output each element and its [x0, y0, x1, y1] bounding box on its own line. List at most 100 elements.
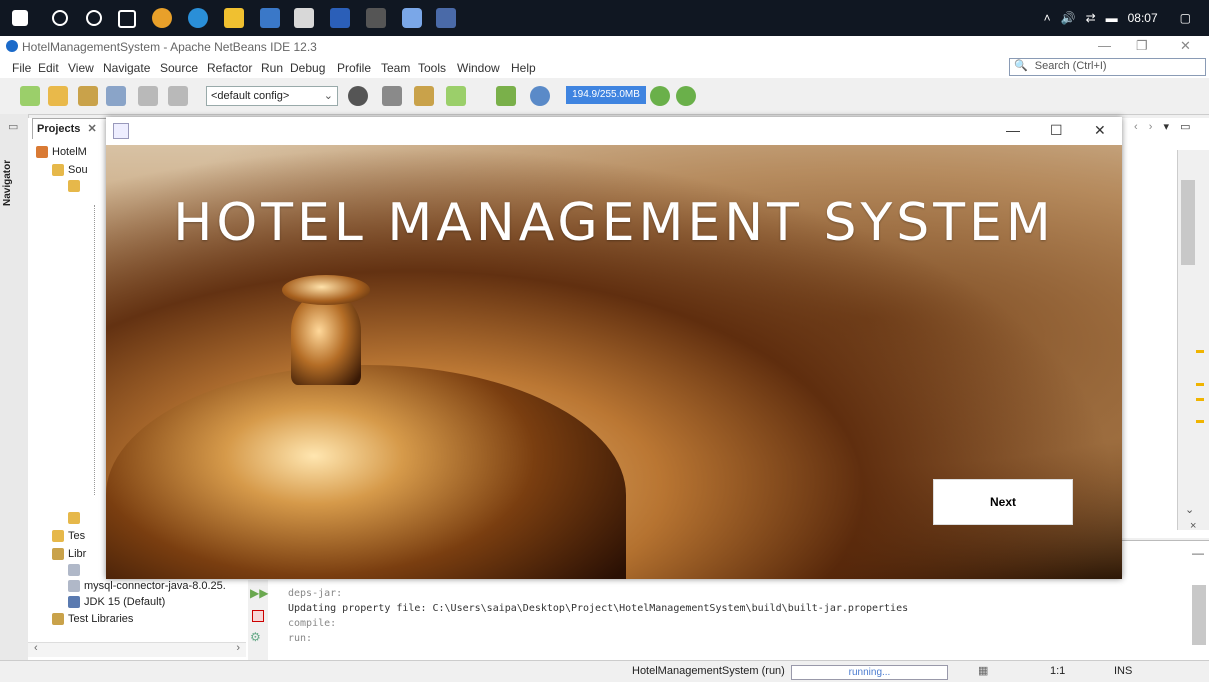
store-icon[interactable]	[294, 8, 314, 28]
netbeans-logo-icon	[6, 40, 18, 52]
word-icon[interactable]	[330, 8, 350, 28]
debug-icon[interactable]	[496, 86, 516, 106]
run-icon[interactable]	[446, 86, 466, 106]
tab-scroll-right-icon[interactable]: ›	[1149, 121, 1153, 133]
scroll-down-icon[interactable]: ⌄	[1185, 503, 1194, 516]
horizontal-scrollbar[interactable]: ‹ ›	[28, 642, 246, 657]
search-box[interactable]: 🔍 Search (Ctrl+I)	[1009, 58, 1206, 76]
cortana-icon[interactable]	[86, 10, 102, 26]
stop-icon[interactable]	[252, 610, 264, 622]
jar-icon	[68, 580, 80, 593]
library-folder-icon	[52, 548, 64, 561]
menu-file[interactable]: File	[12, 61, 31, 75]
notification-icon[interactable]: ▦	[978, 664, 988, 677]
tree-package[interactable]	[68, 180, 84, 196]
undo-icon[interactable]	[138, 86, 158, 106]
tree-project[interactable]: HotelM	[36, 146, 87, 162]
gc-icon[interactable]	[650, 86, 670, 106]
menu-help[interactable]: Help	[511, 61, 536, 75]
close-icon[interactable]: ✕	[1180, 38, 1191, 54]
tree-jdk[interactable]: JDK 15 (Default)	[68, 596, 165, 612]
menu-debug[interactable]: Debug	[290, 61, 325, 75]
mail-icon[interactable]	[260, 8, 280, 28]
menu-source[interactable]: Source	[160, 61, 198, 75]
tree-libraries[interactable]: Libr	[52, 548, 86, 564]
clean-build-icon[interactable]	[414, 86, 434, 106]
globe-icon[interactable]	[348, 86, 368, 106]
notifications-icon[interactable]: ▢	[1180, 11, 1191, 25]
tree-jar-1[interactable]	[68, 564, 84, 580]
settings-icon[interactable]: ⚙	[250, 630, 261, 644]
menu-tools[interactable]: Tools	[418, 61, 446, 75]
navigator-label[interactable]: Navigator	[2, 160, 13, 206]
tab-list-icon[interactable]: ▾	[1163, 121, 1169, 133]
menu-view[interactable]: View	[68, 61, 94, 75]
clock[interactable]: 08:07	[1128, 11, 1158, 25]
windows-start-icon[interactable]	[12, 10, 28, 26]
menu-refactor[interactable]: Refactor	[207, 61, 252, 75]
new-file-icon[interactable]	[20, 86, 40, 106]
rerun-icon[interactable]: ▶▶	[250, 586, 268, 600]
chevron-up-icon[interactable]: ˄	[1044, 11, 1051, 25]
maximize-icon[interactable]: ☐	[1050, 122, 1063, 139]
menu-profile[interactable]: Profile	[337, 61, 371, 75]
minimize-icon[interactable]: —	[1006, 122, 1020, 138]
maximize-icon[interactable]: ▭	[1180, 121, 1190, 133]
close-tab-icon[interactable]: ✕	[87, 123, 96, 135]
java-app-taskbar-icon[interactable]	[436, 8, 456, 28]
scroll-left-icon[interactable]: ‹	[34, 642, 38, 654]
open-project-icon[interactable]	[78, 86, 98, 106]
chrome-icon[interactable]	[152, 8, 172, 28]
network-icon[interactable]: ⇄	[1086, 11, 1096, 25]
tree-package-2[interactable]	[68, 512, 84, 528]
redo-icon[interactable]	[168, 86, 188, 106]
output-scrollbar-thumb[interactable]	[1192, 585, 1206, 645]
menu-navigate[interactable]: Navigate	[103, 61, 150, 75]
error-stripe-mark[interactable]	[1196, 398, 1204, 401]
error-stripe-mark[interactable]	[1196, 383, 1204, 386]
save-all-icon[interactable]	[106, 86, 126, 106]
task-view-icon[interactable]	[118, 10, 136, 28]
search-placeholder: Search (Ctrl+I)	[1034, 60, 1107, 72]
tree-sources[interactable]: Sou	[52, 164, 88, 180]
error-stripe-mark[interactable]	[1196, 420, 1204, 423]
minimize-icon[interactable]: —	[1098, 38, 1111, 53]
terminal-icon[interactable]	[366, 8, 386, 28]
tab-projects[interactable]: Projects ✕	[32, 118, 110, 139]
scroll-right-icon[interactable]: ›	[236, 642, 240, 654]
project-icon	[36, 146, 48, 159]
tree-mysql-lib[interactable]: mysql-connector-java-8.0.25.	[68, 580, 226, 596]
app-heading: HOTEL MANAGEMENT SYSTEM	[173, 193, 1055, 253]
new-project-icon[interactable]	[48, 86, 68, 106]
close-output-icon[interactable]: ×	[1190, 520, 1196, 532]
volume-icon[interactable]: 🔊	[1061, 11, 1076, 25]
tree-test-packages[interactable]: Tes	[52, 530, 85, 546]
menu-team[interactable]: Team	[381, 61, 410, 75]
profile-icon[interactable]	[530, 86, 550, 106]
close-icon[interactable]: ✕	[1094, 122, 1106, 139]
menu-window[interactable]: Window	[457, 61, 500, 75]
status-task[interactable]: HotelManagementSystem (run)	[632, 665, 785, 677]
battery-icon[interactable]: ▬	[1106, 11, 1118, 25]
next-button[interactable]: Next	[933, 479, 1073, 525]
minimize-group-icon[interactable]: ▭	[8, 120, 18, 133]
edge-icon[interactable]	[188, 8, 208, 28]
restore-icon[interactable]: ❐	[1136, 38, 1148, 54]
memory-indicator[interactable]: 194.9/255.0MB	[566, 86, 646, 104]
menu-edit[interactable]: Edit	[38, 61, 59, 75]
reset-icon[interactable]	[676, 86, 696, 106]
minimize-output-icon[interactable]: —	[1192, 546, 1204, 560]
config-select[interactable]: <default config> ⌄	[206, 86, 338, 106]
netbeans-taskbar-icon[interactable]	[402, 8, 422, 28]
menu-run[interactable]: Run	[261, 61, 283, 75]
error-stripe-mark[interactable]	[1196, 350, 1204, 353]
output-line: deps-jar:	[288, 588, 343, 599]
progress-bar[interactable]: running...	[791, 665, 948, 680]
tree-test-libraries[interactable]: Test Libraries	[52, 613, 133, 629]
tab-scroll-left-icon[interactable]: ‹	[1134, 121, 1138, 133]
file-explorer-icon[interactable]	[224, 8, 244, 28]
java-app-icon	[113, 123, 129, 139]
editor-scrollbar-thumb[interactable]	[1181, 180, 1195, 265]
build-icon[interactable]	[382, 86, 402, 106]
search-icon[interactable]	[52, 10, 68, 26]
